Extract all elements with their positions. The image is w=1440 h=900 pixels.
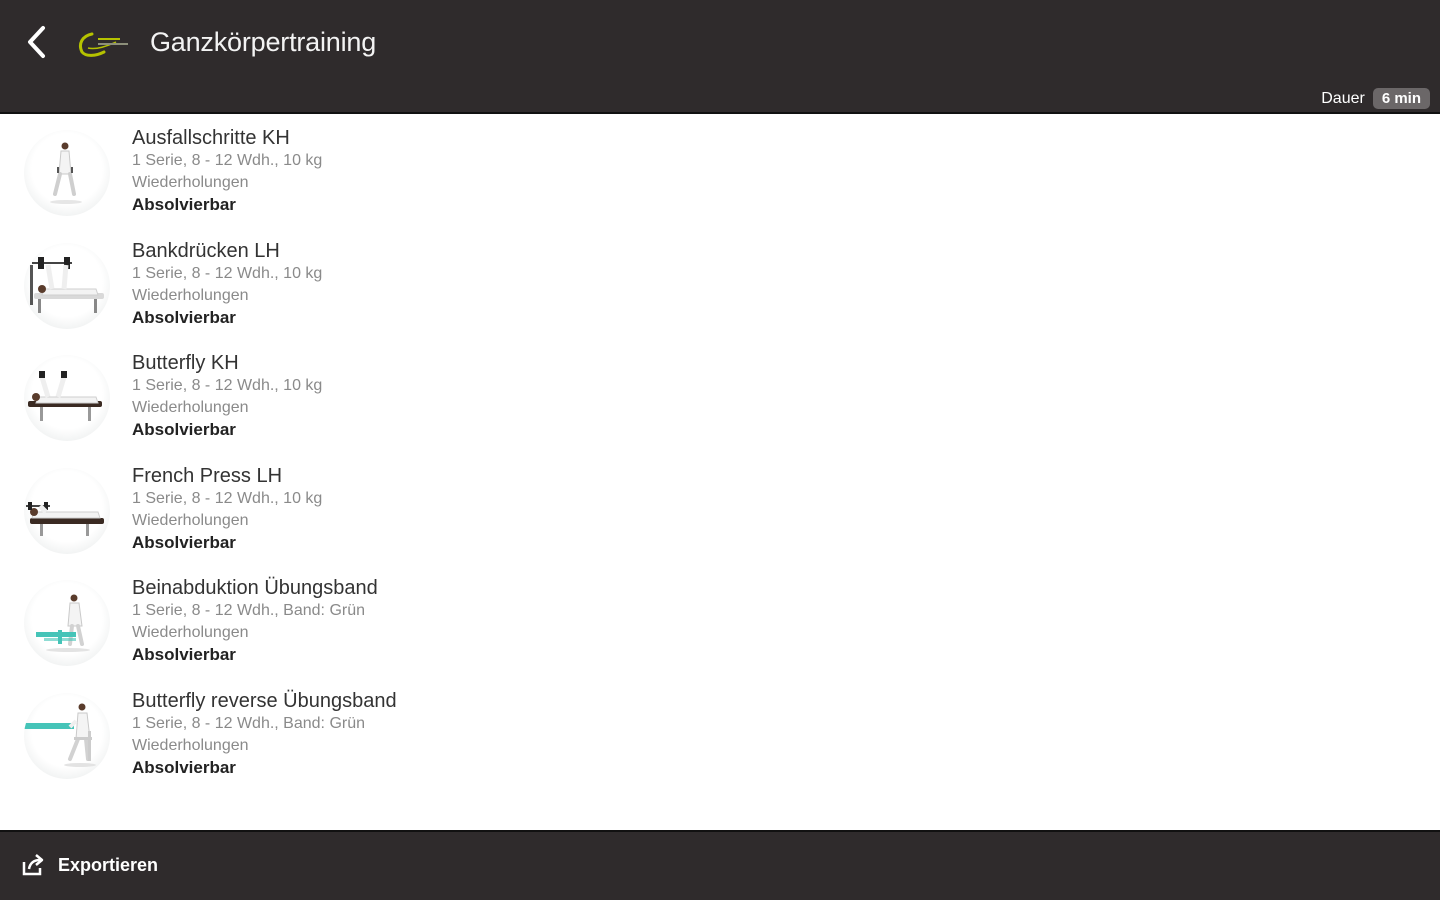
list-item[interactable]: Ausfallschritte KH 1 Serie, 8 - 12 Wdh.,…	[0, 116, 1440, 229]
exercise-status: Absolvierbar	[132, 532, 236, 552]
duration-badge: 6 min	[1372, 88, 1430, 109]
chevron-left-icon	[28, 26, 45, 58]
exercise-name: Butterfly reverse Übungsband	[132, 689, 397, 712]
export-button[interactable]: Exportieren	[20, 852, 158, 878]
exercise-text: Butterfly reverse Übungsband 1 Serie, 8 …	[132, 689, 397, 779]
exercise-name: Ausfallschritte KH	[132, 127, 290, 149]
list-item[interactable]: Butterfly KH 1 Serie, 8 - 12 Wdh., 10 kg…	[0, 341, 1440, 454]
exercise-unit: Wiederholungen	[132, 399, 249, 416]
exercise-status: Absolvierbar	[132, 420, 236, 439]
exercise-text: Beinabduktion Übungsband 1 Serie, 8 - 12…	[132, 576, 378, 666]
exercise-unit: Wiederholungen	[132, 286, 249, 304]
exercise-name: Beinabduktion Übungsband	[132, 577, 378, 599]
exercise-text: Ausfallschritte KH 1 Serie, 8 - 12 Wdh.,…	[132, 126, 322, 216]
page-title: Ganzkörpertraining	[150, 27, 377, 57]
exercise-thumbnail	[24, 467, 110, 554]
list-item[interactable]: Bankdrücken LH 1 Serie, 8 - 12 Wdh., 10 …	[0, 229, 1440, 342]
exercise-name: French Press LH	[132, 464, 283, 487]
exercise-detail: 1 Serie, 8 - 12 Wdh., 10 kg	[132, 152, 323, 169]
exercise-thumbnail	[24, 580, 110, 666]
exercise-status: Absolvierbar	[132, 195, 236, 214]
gym-logo-icon	[78, 30, 132, 58]
exercise-detail: 1 Serie, 8 - 12 Wdh., 10 kg	[132, 264, 323, 282]
exercise-unit: Wiederholungen	[132, 624, 249, 641]
share-export-icon	[22, 854, 44, 876]
app-root: Ganzkörpertraining Dauer 6 min Ausfallsc…	[0, 0, 1440, 900]
exercise-status: Absolvierbar	[132, 645, 236, 664]
exercise-detail: 1 Serie, 8 - 12 Wdh., Band: Grün	[132, 714, 366, 732]
exercise-detail: 1 Serie, 8 - 12 Wdh., 10 kg	[132, 377, 323, 394]
exercise-name: Bankdrücken LH	[132, 239, 280, 262]
back-button[interactable]	[14, 20, 58, 64]
list-item[interactable]: Butterfly reverse Übungsband 1 Serie, 8 …	[0, 679, 1440, 792]
export-label: Exportieren	[58, 854, 159, 875]
top-bar: Ganzkörpertraining Dauer 6 min	[0, 0, 1440, 114]
duration-label: Dauer	[1321, 89, 1365, 107]
exercise-text: French Press LH 1 Serie, 8 - 12 Wdh., 10…	[132, 464, 322, 554]
list-item[interactable]: Beinabduktion Übungsband 1 Serie, 8 - 12…	[0, 566, 1440, 679]
exercise-list: Ausfallschritte KH 1 Serie, 8 - 12 Wdh.,…	[0, 116, 1440, 828]
exercise-detail: 1 Serie, 8 - 12 Wdh., Band: Grün	[132, 602, 366, 619]
bottom-bar: Exportieren	[0, 830, 1440, 900]
exercise-thumbnail	[24, 130, 110, 216]
exercise-status: Absolvierbar	[132, 307, 236, 327]
exercise-thumbnail	[24, 692, 110, 779]
exercise-status: Absolvierbar	[132, 757, 236, 777]
exercise-unit: Wiederholungen	[132, 511, 249, 529]
exercise-thumbnail	[24, 242, 110, 329]
exercise-thumbnail	[24, 355, 110, 441]
exercise-name: Butterfly KH	[132, 352, 239, 374]
exercise-unit: Wiederholungen	[132, 736, 249, 754]
duration-info: Dauer 6 min	[1321, 88, 1430, 109]
exercise-text: Butterfly KH 1 Serie, 8 - 12 Wdh., 10 kg…	[132, 351, 322, 441]
exercise-detail: 1 Serie, 8 - 12 Wdh., 10 kg	[132, 489, 323, 507]
list-item[interactable]: French Press LH 1 Serie, 8 - 12 Wdh., 10…	[0, 454, 1440, 567]
exercise-unit: Wiederholungen	[132, 174, 249, 191]
exercise-text: Bankdrücken LH 1 Serie, 8 - 12 Wdh., 10 …	[132, 239, 322, 329]
